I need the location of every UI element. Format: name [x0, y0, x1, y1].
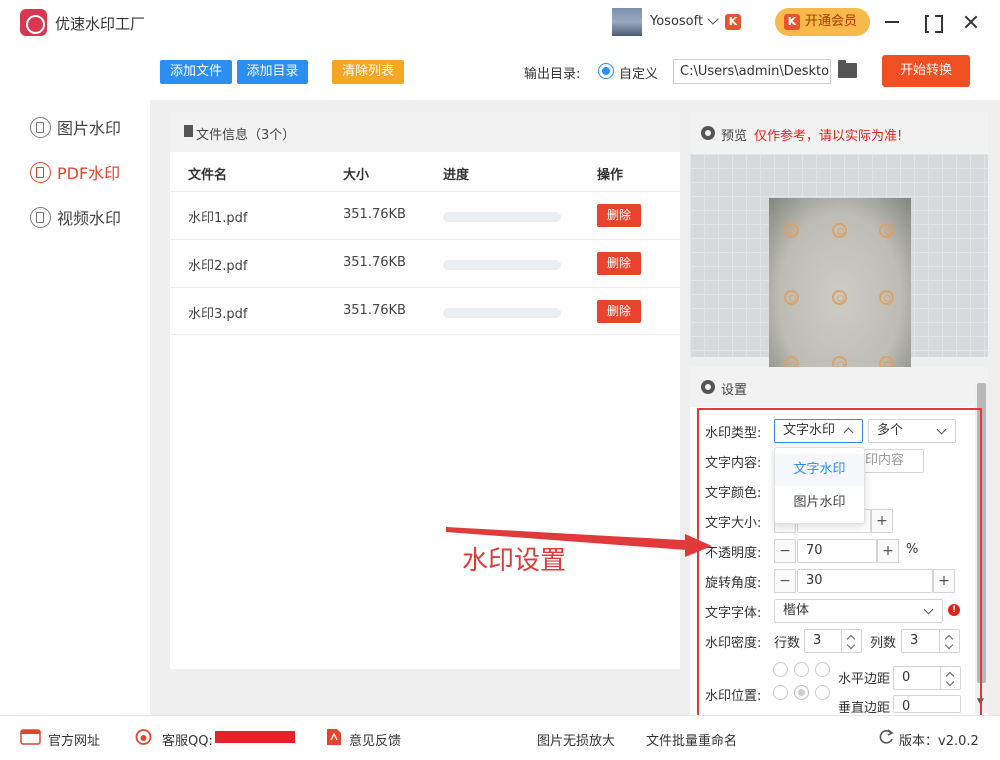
- vip-icon: K: [725, 14, 741, 30]
- website-icon: [20, 729, 41, 745]
- add-directory-button[interactable]: 添加目录: [237, 60, 308, 84]
- clear-list-button[interactable]: 清除列表: [332, 60, 404, 84]
- settings-header: 设置: [690, 367, 988, 407]
- delete-button[interactable]: 删除: [597, 252, 641, 275]
- gear-icon: [701, 126, 715, 140]
- delete-button[interactable]: 删除: [597, 300, 641, 323]
- delete-button[interactable]: 删除: [597, 204, 641, 227]
- sidebar-item-label: PDF水印: [57, 164, 121, 183]
- website-link[interactable]: 官方网址: [48, 730, 100, 749]
- app-title: 优速水印工厂: [55, 15, 146, 33]
- document-icon: [184, 125, 193, 137]
- file-name: 水印2.pdf: [188, 259, 248, 274]
- progress-bar: [443, 212, 561, 222]
- sidebar-item-label: 视频水印: [57, 209, 122, 228]
- gear-icon: [701, 380, 715, 394]
- title-bar: 优速水印工厂 Yososoft K K 开通会员: [0, 0, 1000, 45]
- sidebar-item-image-watermark[interactable]: 图片水印: [30, 115, 121, 139]
- column-header-name: 文件名: [188, 168, 228, 183]
- watermark-mark: [879, 223, 894, 238]
- file-name: 水印3.pdf: [188, 307, 248, 322]
- watermark-mark: [832, 290, 847, 305]
- folder-icon[interactable]: [838, 60, 857, 78]
- watermark-mark: [784, 290, 799, 305]
- preview-note: 仅作参考，请以实际为准!: [754, 129, 903, 144]
- file-size: 351.76KB: [343, 207, 406, 222]
- maximize-icon[interactable]: [918, 8, 946, 36]
- sidebar: 图片水印 PDF水印 视频水印: [0, 45, 150, 715]
- username[interactable]: Yososoft: [650, 14, 703, 29]
- output-custom-radio[interactable]: [598, 63, 614, 79]
- watermark-mark: [784, 223, 799, 238]
- column-header-action: 操作: [597, 168, 624, 183]
- preview-header: 预览 仅作参考，请以实际为准!: [690, 112, 988, 154]
- progress-bar: [443, 308, 561, 318]
- feedback-link[interactable]: 意见反馈: [349, 730, 401, 749]
- user-avatar[interactable]: [612, 8, 642, 36]
- refresh-icon[interactable]: [876, 728, 897, 746]
- file-list-panel: 文件信息（3个） 文件名 大小 进度 操作 水印1.pdf 351.76KB 删…: [170, 112, 680, 669]
- annotation-label: 水印设置: [462, 546, 567, 576]
- pdf-watermark-icon: [30, 161, 51, 183]
- redacted-qq-number: [215, 731, 295, 743]
- feedback-icon: [327, 729, 341, 745]
- image-upscale-link[interactable]: 图片无损放大: [537, 730, 615, 749]
- progress-bar: [443, 260, 561, 270]
- file-size: 351.76KB: [343, 255, 406, 270]
- file-size: 351.76KB: [343, 303, 406, 318]
- image-watermark-icon: [30, 116, 51, 138]
- settings-title: 设置: [721, 383, 748, 398]
- sidebar-item-pdf-watermark[interactable]: PDF水印: [30, 160, 120, 184]
- open-vip-button[interactable]: K 开通会员: [775, 8, 870, 36]
- watermark-mark: [879, 290, 894, 305]
- output-path-input[interactable]: C:\Users\admin\Desktop: [673, 59, 831, 84]
- open-vip-label: 开通会员: [805, 14, 858, 29]
- file-name: 水印1.pdf: [188, 211, 248, 226]
- sidebar-item-label: 图片水印: [57, 119, 122, 138]
- sidebar-item-video-watermark[interactable]: 视频水印: [30, 205, 121, 229]
- add-file-button[interactable]: 添加文件: [160, 60, 232, 84]
- footer: 官方网址 客服QQ: 意见反馈 图片无损放大 文件批量重命名 版本：v2.0.2: [0, 715, 1000, 760]
- file-info-header: 文件信息（3个）: [170, 112, 680, 152]
- version-label: 版本：v2.0.2: [899, 734, 979, 749]
- preview-canvas: [690, 154, 988, 398]
- customer-service-qq[interactable]: 客服QQ:: [162, 730, 213, 749]
- customer-service-icon: [135, 729, 152, 745]
- output-custom-label[interactable]: 自定义: [619, 63, 658, 82]
- chevron-down-icon[interactable]: [707, 13, 719, 25]
- video-watermark-icon: [30, 206, 51, 228]
- vip-crown-icon: K: [784, 14, 800, 30]
- app-logo-icon: [20, 9, 47, 36]
- column-header-size: 大小: [343, 168, 370, 183]
- table-row: 水印1.pdf 351.76KB 删除: [170, 191, 680, 239]
- start-convert-button[interactable]: 开始转换: [882, 55, 970, 87]
- minimize-icon[interactable]: [878, 8, 906, 36]
- column-header-progress: 进度: [443, 168, 470, 183]
- table-row: 水印2.pdf 351.76KB 删除: [170, 239, 680, 287]
- preview-title: 预览: [721, 129, 748, 144]
- annotation-highlight-box: [697, 408, 982, 729]
- preview-panel: 预览 仅作参考，请以实际为准!: [690, 112, 988, 398]
- watermark-mark: [832, 223, 847, 238]
- batch-rename-link[interactable]: 文件批量重命名: [646, 730, 737, 749]
- output-dir-label: 输出目录:: [524, 67, 581, 82]
- table-row: 水印3.pdf 351.76KB 删除: [170, 287, 680, 335]
- close-icon[interactable]: [957, 8, 985, 36]
- file-info-title: 文件信息（3个）: [196, 128, 296, 143]
